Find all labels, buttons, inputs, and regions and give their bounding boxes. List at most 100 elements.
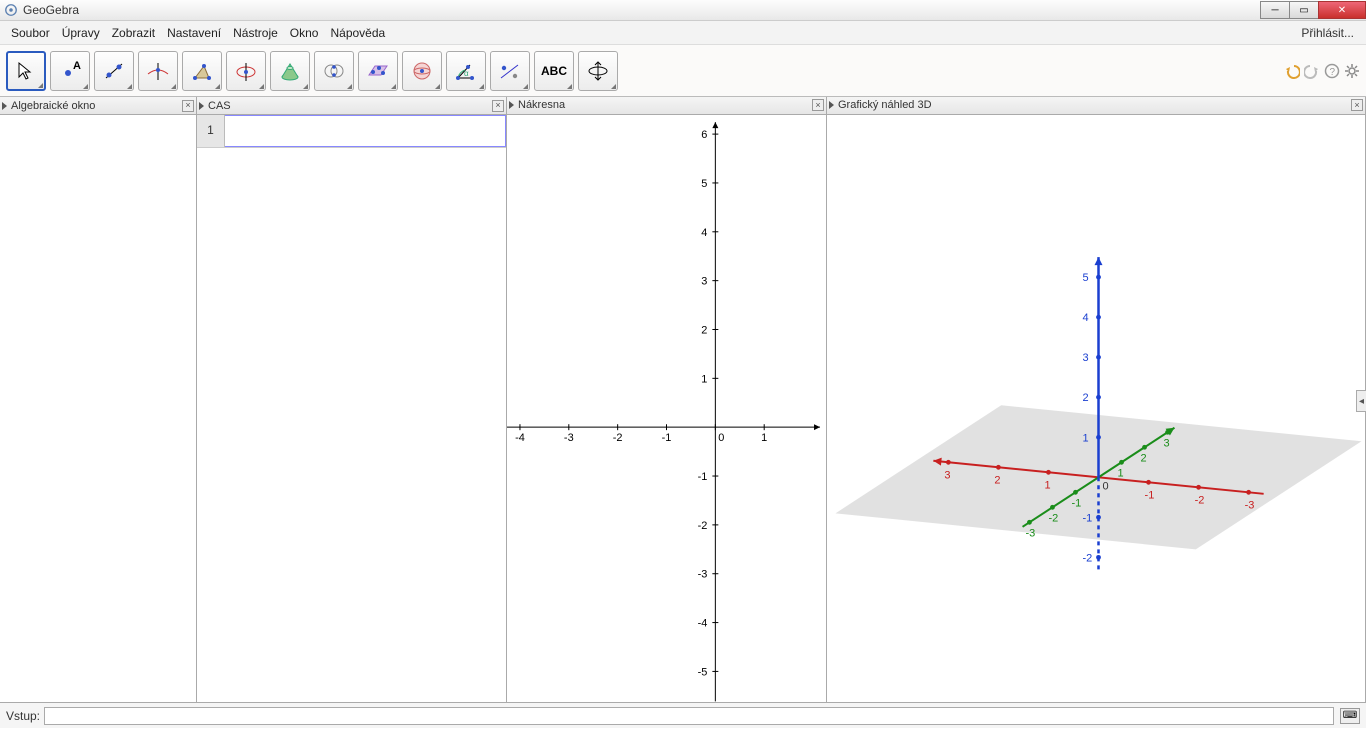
command-input[interactable]: [44, 707, 1334, 725]
window-close-button[interactable]: ✕: [1318, 1, 1366, 19]
algebra-close-button[interactable]: ×: [182, 100, 194, 112]
tool-polygon-button[interactable]: [182, 51, 222, 91]
svg-text:-3: -3: [698, 568, 708, 580]
tool-point-button[interactable]: A: [50, 51, 90, 91]
login-link[interactable]: Přihlásit...: [1295, 23, 1360, 43]
graphics3d-view[interactable]: -3-2-1123-3-2-1123-2-1123450: [827, 115, 1365, 702]
tool-perpendicular-button[interactable]: [138, 51, 178, 91]
svg-text:2: 2: [994, 474, 1000, 486]
algebra-panel-header[interactable]: Algebraické okno ×: [0, 97, 196, 115]
svg-text:A: A: [73, 60, 81, 72]
tool-conic-button[interactable]: [270, 51, 310, 91]
cursor-icon: [15, 60, 37, 82]
cas-panel: CAS × 1: [197, 97, 507, 702]
menu-zobrazit[interactable]: Zobrazit: [106, 23, 161, 43]
toolbar: A α ABC ?: [0, 45, 1366, 97]
svg-text:0: 0: [718, 432, 724, 444]
angle-icon: α: [454, 60, 478, 82]
window-minimize-button[interactable]: ─: [1260, 1, 1290, 19]
svg-text:-2: -2: [613, 432, 623, 444]
tool-angle-button[interactable]: α: [446, 51, 486, 91]
cas-panel-title: CAS: [208, 100, 231, 112]
window-title: GeoGebra: [23, 3, 79, 17]
svg-text:-3: -3: [1025, 527, 1035, 539]
polygon-icon: [190, 60, 214, 82]
menu-okno[interactable]: Okno: [284, 23, 325, 43]
perpendicular-icon: [146, 60, 170, 82]
svg-text:4: 4: [1082, 312, 1088, 324]
svg-text:2: 2: [1082, 392, 1088, 404]
cas-input[interactable]: [225, 115, 506, 147]
svg-text:3: 3: [1082, 352, 1088, 364]
svg-text:-1: -1: [698, 471, 708, 483]
svg-text:3: 3: [701, 275, 707, 287]
graphics2d-panel: Nákresna × -4-3-2-101-5-4-3-2-1123456: [507, 97, 827, 702]
graphics2d-panel-header[interactable]: Nákresna ×: [507, 97, 826, 115]
tool-rotate3d-button[interactable]: [578, 51, 618, 91]
svg-text:-1: -1: [1082, 512, 1092, 524]
transform-icon: [498, 60, 522, 82]
tool-plane-button[interactable]: [358, 51, 398, 91]
graphics2d-close-button[interactable]: ×: [812, 99, 824, 111]
graphics2d-panel-title: Nákresna: [518, 99, 565, 111]
tool-line-button[interactable]: [94, 51, 134, 91]
algebra-content: [0, 115, 196, 702]
graphics3d-close-button[interactable]: ×: [1351, 99, 1363, 111]
window-maximize-button[interactable]: ▭: [1289, 1, 1319, 19]
svg-text:2: 2: [1141, 452, 1147, 464]
plane-icon: [366, 60, 390, 82]
tool-intersect-button[interactable]: [314, 51, 354, 91]
input-label: Vstup:: [6, 709, 40, 723]
tool-circle-button[interactable]: [226, 51, 266, 91]
keyboard-button[interactable]: ⌨: [1340, 708, 1360, 724]
svg-text:-3: -3: [1245, 499, 1255, 511]
cas-panel-header[interactable]: CAS ×: [197, 97, 506, 115]
svg-text:α: α: [464, 69, 469, 78]
svg-text:1: 1: [1044, 479, 1050, 491]
help-icon[interactable]: ?: [1324, 63, 1340, 79]
point-icon: A: [59, 60, 81, 82]
svg-text:-5: -5: [698, 666, 708, 678]
undo-icon[interactable]: [1284, 63, 1300, 79]
rotate3d-icon: [586, 60, 610, 82]
svg-text:-1: -1: [1145, 489, 1155, 501]
svg-text:3: 3: [1164, 437, 1170, 449]
chevron-right-icon: [199, 102, 204, 110]
svg-text:-2: -2: [698, 519, 708, 531]
svg-text:5: 5: [1082, 272, 1088, 284]
graphics3d-panel: Grafický náhled 3D × -3-2-1123-3-2-1123-…: [827, 97, 1366, 702]
menu-soubor[interactable]: Soubor: [5, 23, 56, 43]
tool-move-button[interactable]: [6, 51, 46, 91]
tool-text-button[interactable]: ABC: [534, 51, 574, 91]
chevron-right-icon: [509, 101, 514, 109]
graphics3d-panel-header[interactable]: Grafický náhled 3D ×: [827, 97, 1365, 115]
svg-text:?: ?: [1330, 67, 1336, 78]
cas-close-button[interactable]: ×: [492, 100, 504, 112]
graphics2d-view[interactable]: -4-3-2-101-5-4-3-2-1123456: [507, 115, 826, 702]
chevron-right-icon: [2, 102, 7, 110]
side-expand-handle[interactable]: ◂: [1356, 390, 1366, 412]
cas-row-number: 1: [197, 115, 225, 147]
svg-text:-1: -1: [1071, 497, 1081, 509]
svg-text:1: 1: [761, 432, 767, 444]
gear-icon[interactable]: [1344, 63, 1360, 79]
tool-transform-button[interactable]: [490, 51, 530, 91]
algebra-panel-title: Algebraické okno: [11, 100, 95, 112]
svg-text:5: 5: [701, 177, 707, 189]
menubar: Soubor Úpravy Zobrazit Nastavení Nástroj…: [0, 21, 1366, 45]
menu-nastaveni[interactable]: Nastavení: [161, 23, 227, 43]
app-icon: [4, 3, 18, 17]
redo-icon[interactable]: [1304, 63, 1320, 79]
circle3d-icon: [234, 60, 258, 82]
window-titlebar: GeoGebra ─ ▭ ✕: [0, 0, 1366, 21]
menu-upravy[interactable]: Úpravy: [56, 23, 106, 43]
svg-text:4: 4: [701, 226, 707, 238]
sphere-icon: [410, 60, 434, 82]
menu-napoveda[interactable]: Nápověda: [324, 23, 391, 43]
menu-nastroje[interactable]: Nástroje: [227, 23, 284, 43]
svg-text:-3: -3: [564, 432, 574, 444]
tool-sphere-button[interactable]: [402, 51, 442, 91]
svg-text:6: 6: [701, 129, 707, 141]
cas-row: 1: [197, 115, 506, 148]
svg-text:-2: -2: [1082, 552, 1092, 564]
